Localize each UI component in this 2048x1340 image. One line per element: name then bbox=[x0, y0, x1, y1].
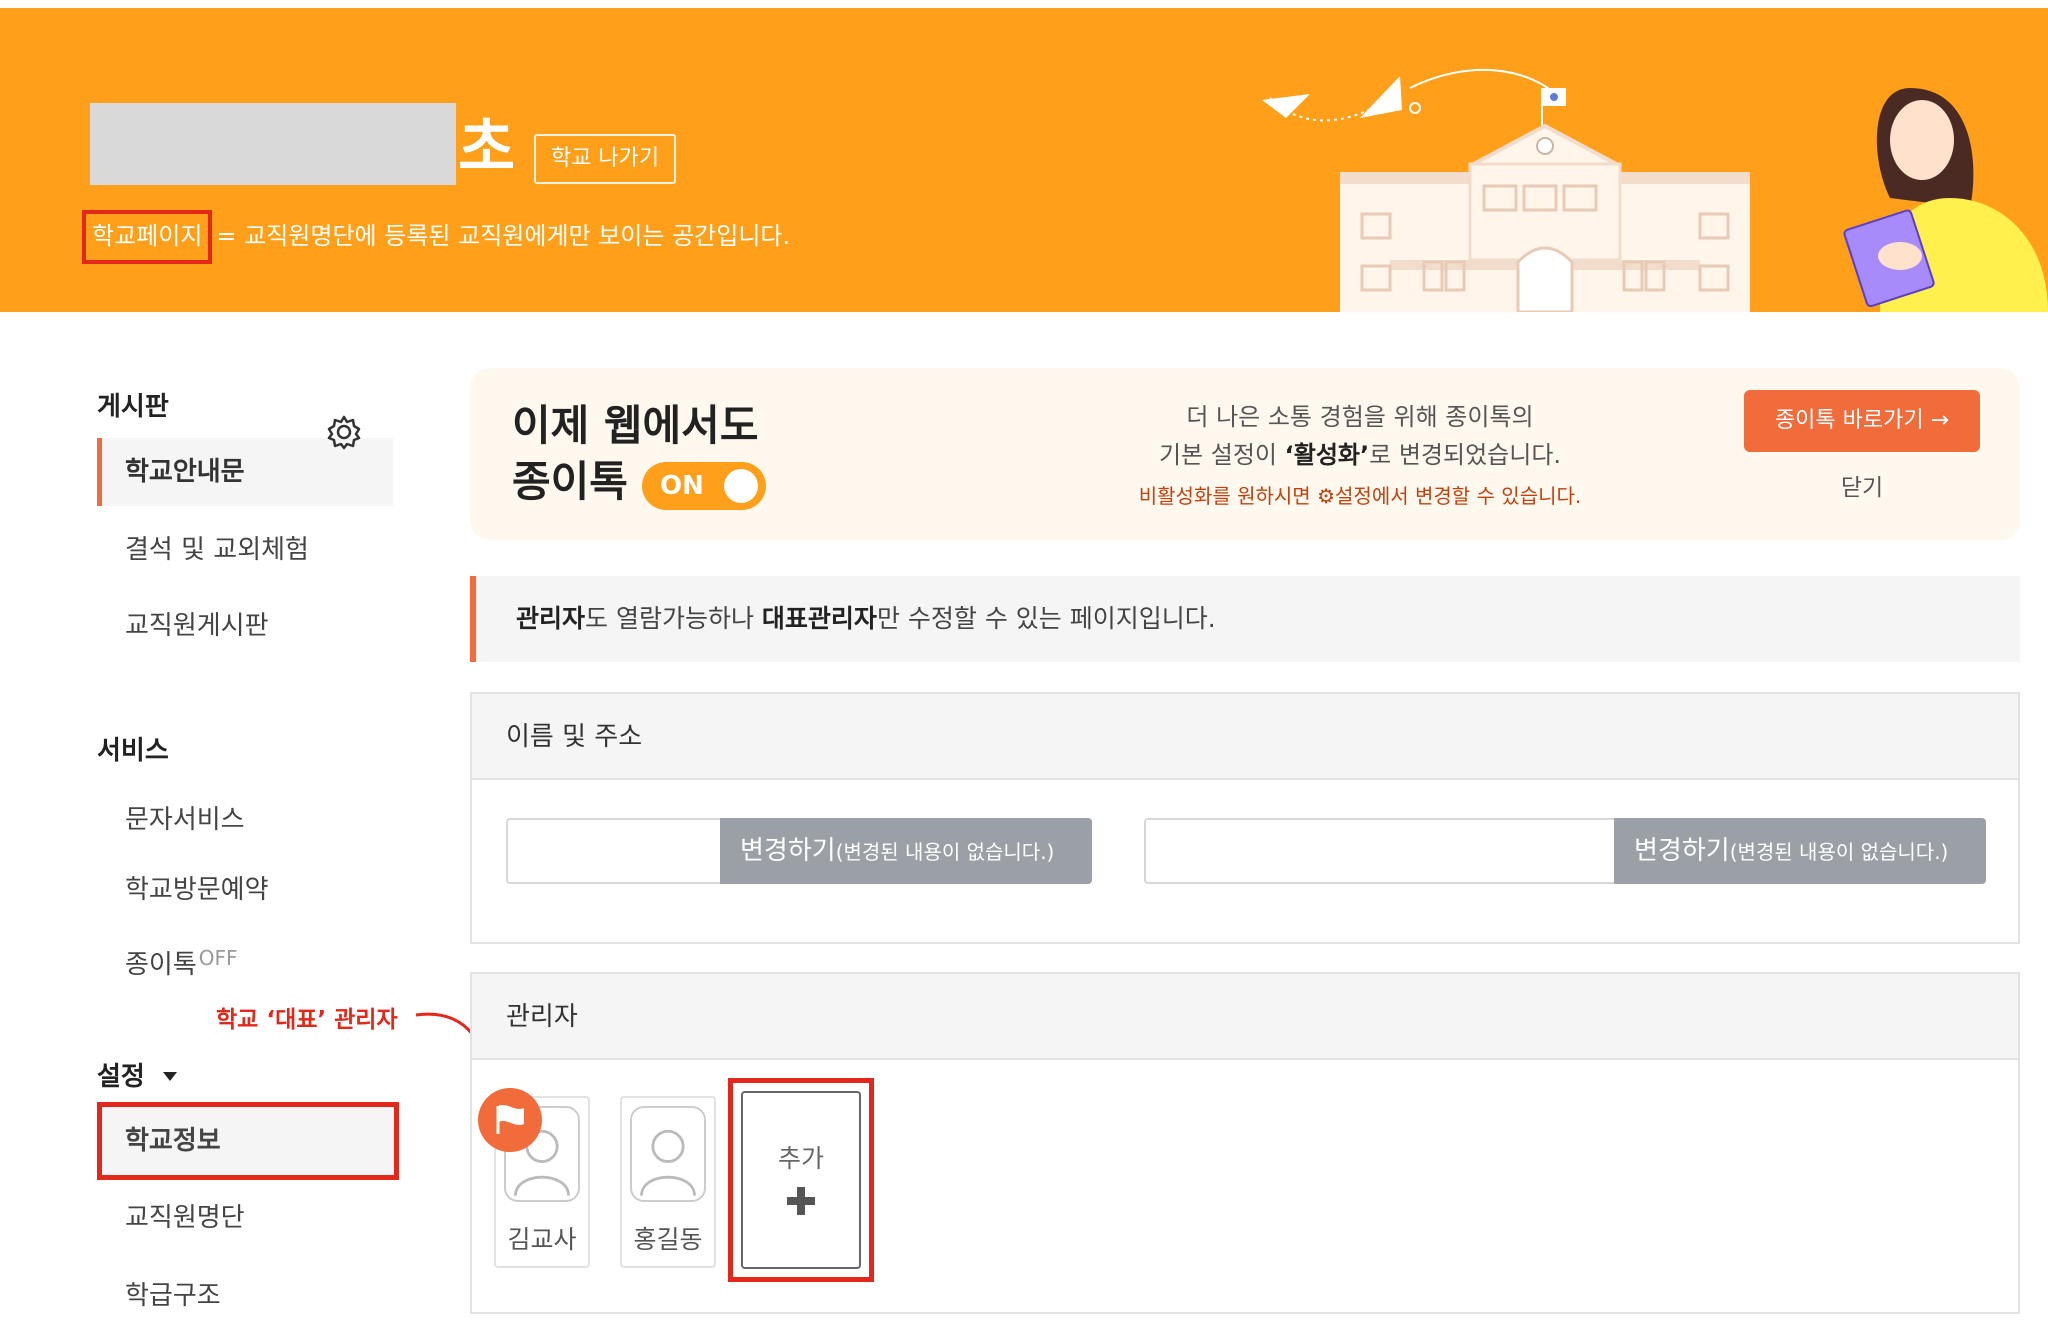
off-badge: OFF bbox=[198, 946, 238, 970]
jongitok-label: 종이톡 bbox=[125, 950, 197, 980]
jongitok-toggle[interactable]: ON bbox=[642, 462, 766, 510]
caret-down-icon bbox=[162, 1072, 177, 1081]
promo-title-line1: 이제 웹에서도 bbox=[512, 401, 759, 450]
change-label: 변경하기 bbox=[1634, 836, 1730, 866]
settings-label: 설정 bbox=[97, 1062, 145, 1092]
leave-school-button[interactable]: 학교 나가기 bbox=[534, 134, 676, 184]
notice-text1: 도 열람가능하나 bbox=[585, 604, 762, 633]
school-name-input[interactable] bbox=[506, 818, 720, 884]
name-field-group: 변경하기(변경된 내용이 없습니다.) bbox=[506, 818, 1092, 884]
settings-heading[interactable]: 설정 bbox=[97, 1056, 177, 1093]
plus-icon bbox=[787, 1187, 815, 1215]
change-address-button[interactable]: 변경하기(변경된 내용이 없습니다.) bbox=[1614, 818, 1986, 884]
gear-icon[interactable] bbox=[326, 414, 362, 450]
admin-name: 홍길동 bbox=[633, 1225, 703, 1254]
promo-warning: 비활성화를 원하시면 ⚙설정에서 변경할 수 있습니다. bbox=[990, 480, 1730, 509]
representative-flag-icon bbox=[478, 1088, 542, 1152]
school-name-redacted bbox=[90, 103, 456, 185]
service-heading: 서비스 bbox=[97, 736, 169, 766]
sidebar-item-school-info[interactable]: 학교정보 bbox=[97, 1102, 399, 1180]
settings-gear-icon: ⚙ bbox=[1317, 484, 1336, 508]
sidebar-item-absence[interactable]: 결석 및 교외체험 bbox=[97, 516, 393, 584]
add-admin-highlight: 추가 bbox=[728, 1078, 874, 1282]
board-heading: 게시판 bbox=[97, 392, 169, 422]
toggle-label: ON bbox=[660, 471, 704, 501]
promo-line2-pre: 기본 설정이 bbox=[1158, 441, 1285, 469]
banner-description-text: = 교직원명단에 등록된 교직원에게만 보이는 공간입니다. bbox=[216, 222, 791, 250]
change-name-button[interactable]: 변경하기(변경된 내용이 없습니다.) bbox=[720, 818, 1092, 884]
promo-line2-post: 로 변경되었습니다. bbox=[1369, 441, 1562, 469]
school-name-suffix: 초 bbox=[458, 111, 516, 184]
address-field-group: 변경하기(변경된 내용이 없습니다.) bbox=[1144, 818, 1986, 884]
admin-card[interactable]: 홍길동 bbox=[620, 1096, 716, 1268]
notice-bold-rep-admin: 대표관리자 bbox=[761, 604, 877, 633]
admin-heading: 관리자 bbox=[472, 974, 2018, 1060]
school-banner: 초 학교 나가기 학교페이지 = 교직원명단에 등록된 교직원에게만 보이는 공간… bbox=[0, 8, 2048, 312]
go-to-jongitok-button[interactable]: 종이톡 바로가기 → bbox=[1744, 390, 1980, 452]
banner-description: 학교페이지 = 교직원명단에 등록된 교직원에게만 보이는 공간입니다. bbox=[82, 210, 791, 264]
add-admin-button[interactable]: 추가 bbox=[741, 1091, 861, 1269]
notice-text2: 만 수정할 수 있는 페이지입니다. bbox=[876, 604, 1216, 633]
sidebar-item-staff-list[interactable]: 교직원명단 bbox=[97, 1184, 393, 1252]
sidebar-item-sms[interactable]: 문자서비스 bbox=[97, 786, 393, 854]
promo-line1: 더 나은 소통 경험을 위해 종이톡의 bbox=[1186, 403, 1534, 431]
school-page-highlight: 학교페이지 bbox=[82, 210, 213, 264]
change-note: (변경된 내용이 없습니다.) bbox=[1729, 840, 1949, 864]
promo-message: 더 나은 소통 경험을 위해 종이톡의 기본 설정이 ‘활성화’로 변경되었습니… bbox=[990, 398, 1730, 474]
name-address-heading: 이름 및 주소 bbox=[472, 694, 2018, 780]
sidebar-item-jongitok[interactable]: 종이톡 OFF bbox=[97, 924, 393, 992]
change-label: 변경하기 bbox=[740, 836, 836, 866]
school-address-input[interactable] bbox=[1144, 818, 1614, 884]
promo-line2-bold: ‘활성화’ bbox=[1284, 441, 1370, 469]
name-address-panel: 이름 및 주소 변경하기(변경된 내용이 없습니다.) 변경하기(변경된 내용이… bbox=[470, 692, 2020, 944]
toggle-knob bbox=[724, 469, 758, 503]
sidebar-item-staff-board[interactable]: 교직원게시판 bbox=[97, 592, 393, 660]
add-label: 추가 bbox=[777, 1144, 824, 1173]
sidebar-item-visit-reservation[interactable]: 학교방문예약 bbox=[97, 856, 393, 924]
change-note: (변경된 내용이 없습니다.) bbox=[835, 840, 1055, 864]
warn-pre: 비활성화를 원하시면 bbox=[1138, 484, 1318, 508]
admin-name: 김교사 bbox=[507, 1225, 577, 1254]
representative-admin-annotation: 학교 ‘대표’ 관리자 bbox=[216, 1007, 398, 1033]
permission-notice: 관리자도 열람가능하나 대표관리자만 수정할 수 있는 페이지입니다. bbox=[470, 576, 2020, 662]
sidebar-item-class-structure[interactable]: 학급구조 bbox=[97, 1262, 393, 1330]
jongitok-promo-card: 이제 웹에서도 종이톡 ON 더 나은 소통 경험을 위해 종이톡의 기본 설정… bbox=[470, 368, 2020, 540]
notice-bold-admin: 관리자 bbox=[516, 604, 586, 633]
warn-post: 설정에서 변경할 수 있습니다. bbox=[1335, 484, 1582, 508]
school-illustration bbox=[1262, 68, 2048, 312]
close-promo-button[interactable]: 닫기 bbox=[1744, 468, 1980, 502]
promo-line2: 기본 설정이 ‘활성화’로 변경되었습니다. bbox=[990, 436, 1730, 474]
avatar-icon bbox=[630, 1106, 706, 1202]
